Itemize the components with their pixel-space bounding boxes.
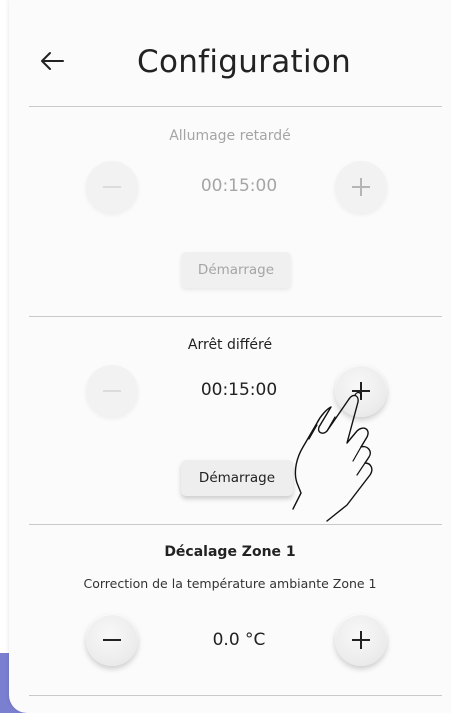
start-button[interactable]: Démarrage — [181, 252, 291, 288]
decrement-button[interactable] — [86, 161, 138, 213]
decrement-button[interactable] — [86, 365, 138, 417]
section-title-zone-offset: Décalage Zone 1 — [164, 544, 296, 560]
minus-icon — [103, 638, 121, 642]
divider — [29, 524, 442, 525]
section-title-delayed-stop: Arrêt différé — [187, 337, 273, 353]
increment-button[interactable] — [335, 614, 387, 666]
minus-icon — [103, 185, 121, 189]
page-title: Configuration — [137, 44, 352, 80]
minus-icon — [103, 389, 121, 393]
divider — [29, 695, 442, 696]
divider — [29, 316, 442, 317]
plus-icon — [352, 178, 370, 196]
plus-icon — [352, 382, 370, 400]
divider — [29, 106, 442, 107]
arrow-left-icon[interactable] — [39, 50, 65, 72]
start-button[interactable]: Démarrage — [181, 460, 293, 496]
delayed-stop-value: 00:15:00 — [200, 380, 278, 400]
plus-icon — [352, 631, 370, 649]
section-title-delayed-start: Allumage retardé — [169, 128, 291, 144]
decrement-button[interactable] — [86, 614, 138, 666]
zone-offset-value: 0.0 °C — [212, 630, 266, 650]
increment-button[interactable] — [335, 365, 387, 417]
delayed-start-value: 00:15:00 — [200, 176, 278, 196]
increment-button[interactable] — [335, 161, 387, 213]
header: Configuration — [9, 0, 451, 106]
section-subtitle: Correction de la température ambiante Zo… — [83, 576, 377, 591]
configuration-screen: Configuration Allumage retardé 00:15:00 … — [9, 0, 451, 713]
